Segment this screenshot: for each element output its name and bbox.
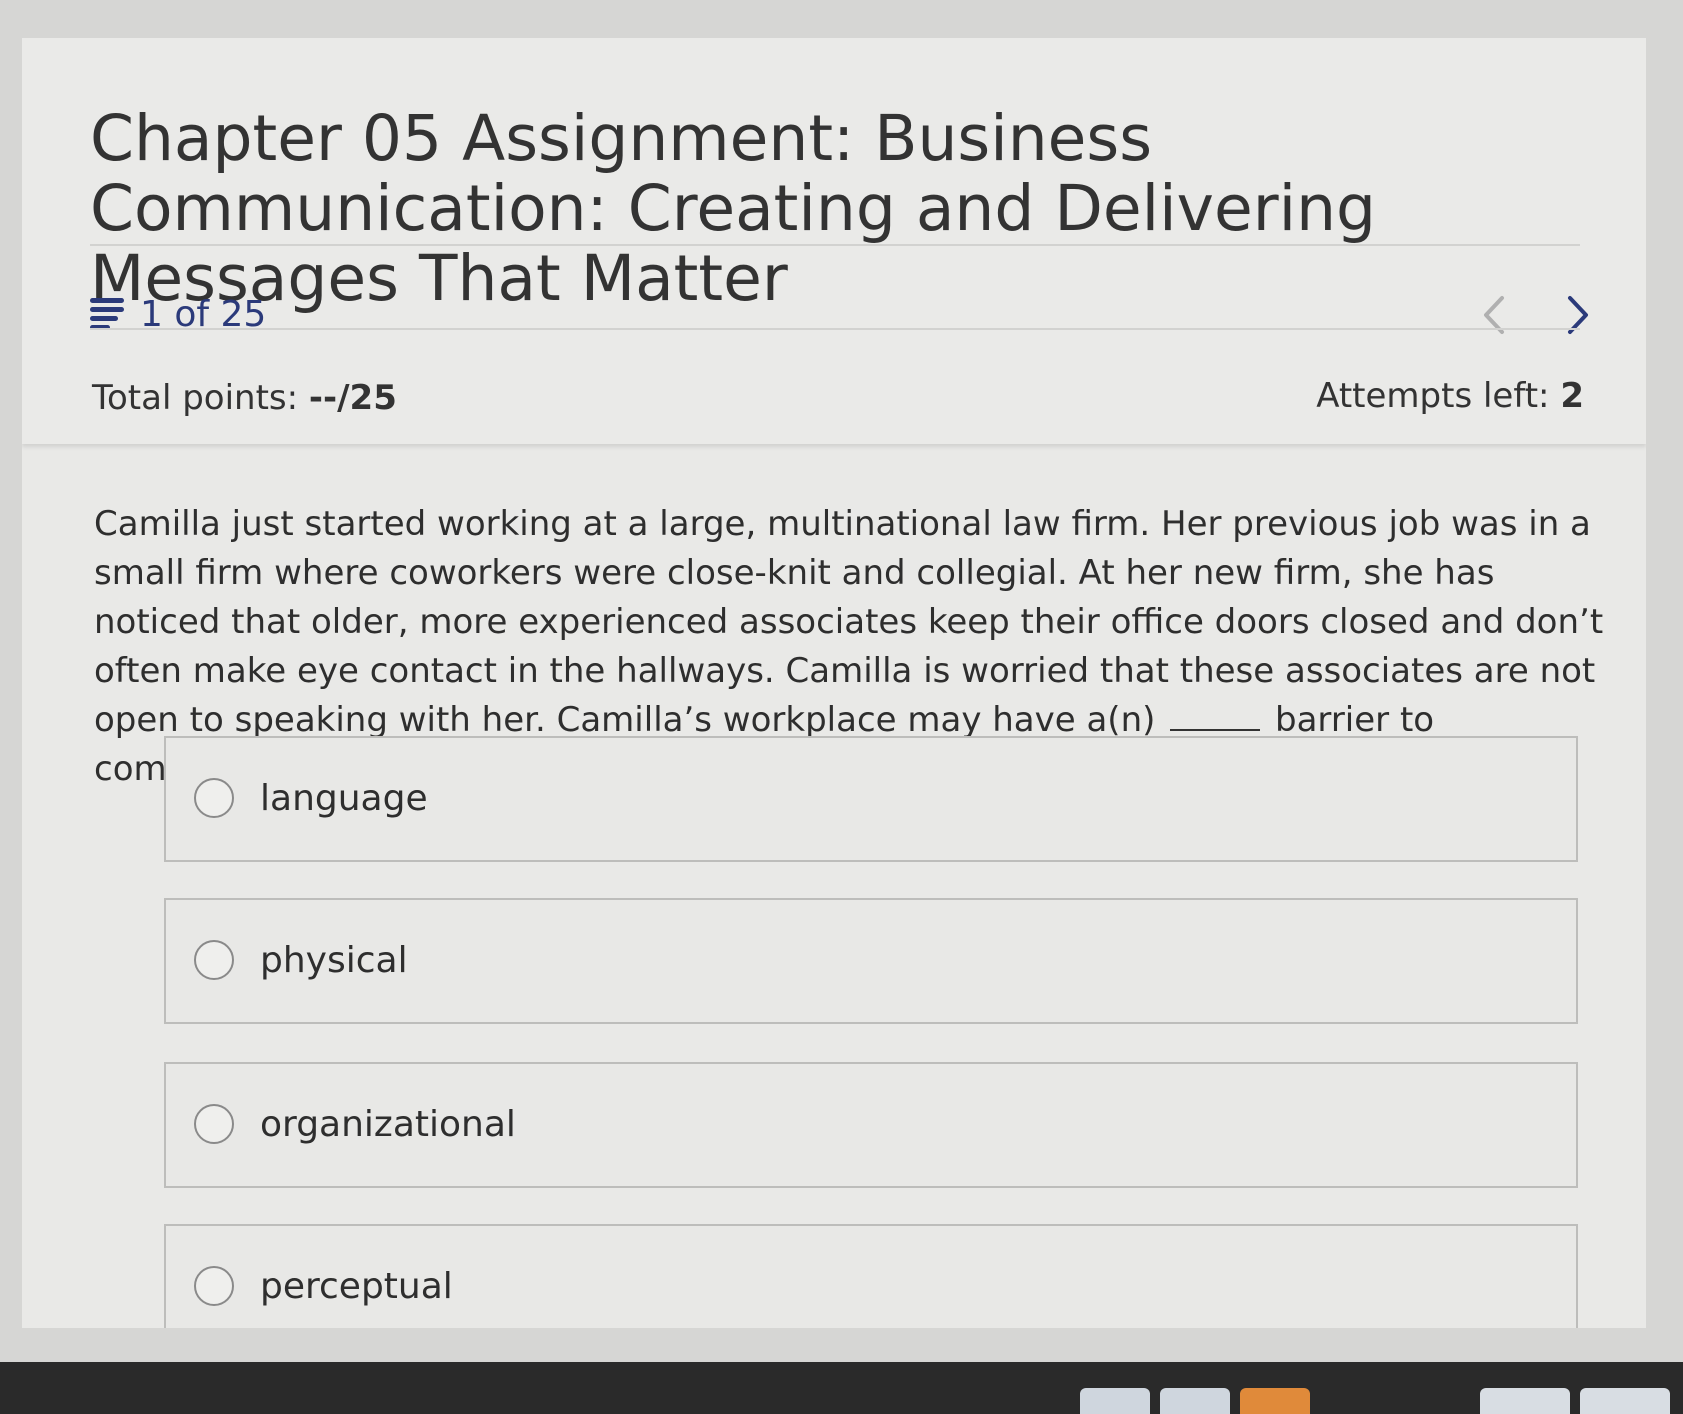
chevron-left-icon [1484, 296, 1504, 334]
radio-button[interactable] [194, 1266, 234, 1306]
next-question-button[interactable] [1552, 290, 1602, 340]
previous-question-button[interactable] [1470, 290, 1520, 340]
answer-blank [1170, 699, 1261, 731]
answer-option[interactable]: organizational [164, 1062, 1578, 1188]
total-points: Total points: --/25 [92, 378, 397, 418]
dock-item [1580, 1388, 1670, 1414]
answer-option[interactable]: physical [164, 898, 1578, 1024]
radio-button[interactable] [194, 778, 234, 818]
attempts-left: Attempts left: 2 [1316, 376, 1584, 416]
answer-option-label: organizational [260, 1104, 516, 1145]
assignment-header: Chapter 05 Assignment: Business Communic… [22, 38, 1646, 444]
points-value: --/25 [308, 378, 397, 418]
answer-option[interactable]: perceptual [164, 1224, 1578, 1328]
attempts-label: Attempts left: [1316, 376, 1561, 416]
dock-item [1160, 1388, 1230, 1414]
question-navigation: 1 of 25 [90, 274, 1588, 350]
chevron-right-icon [1568, 296, 1588, 334]
answer-option-label: language [260, 778, 428, 819]
monitor-bezel [0, 1362, 1683, 1414]
points-label: Total points: [92, 378, 309, 418]
answer-option-label: perceptual [260, 1266, 453, 1307]
divider [90, 328, 1580, 330]
radio-button[interactable] [194, 1104, 234, 1144]
assignment-page: Chapter 05 Assignment: Business Communic… [22, 38, 1646, 1328]
attempts-value: 2 [1560, 376, 1584, 416]
dock-item [1480, 1388, 1570, 1414]
answer-option[interactable]: language [164, 736, 1578, 862]
radio-button[interactable] [194, 940, 234, 980]
divider [90, 244, 1580, 246]
answer-option-label: physical [260, 940, 408, 981]
question-list-icon[interactable] [90, 298, 126, 332]
dock-item [1080, 1388, 1150, 1414]
dock-item [1240, 1388, 1310, 1414]
